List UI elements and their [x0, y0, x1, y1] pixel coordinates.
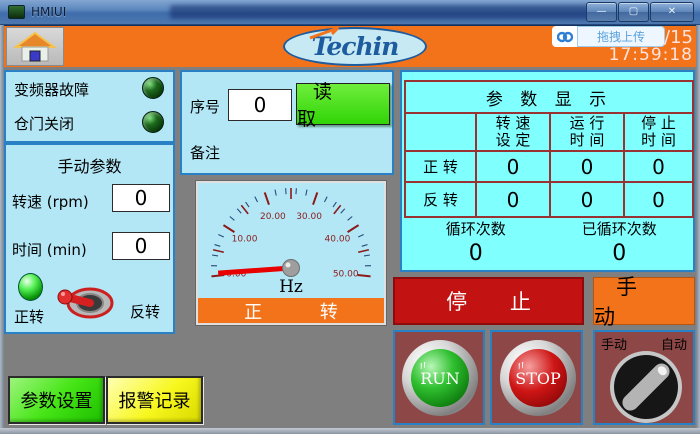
col-header-speed: 转 速设 定 [476, 113, 550, 151]
alarm-label-door: 仓门关闭 [14, 113, 74, 134]
alarm-label-inverter: 变频器故障 [14, 79, 89, 100]
reverse-runtime-value: 0 [550, 182, 624, 217]
serial-input[interactable]: 0 [228, 89, 292, 121]
forward-runtime-value: 0 [550, 151, 624, 182]
drag-upload-button[interactable]: 拖拽上传 [577, 26, 665, 47]
param-table-corner-cell [405, 113, 476, 151]
svg-text:10.00: 10.00 [232, 235, 258, 245]
manual-mode-button[interactable]: 手 动 [593, 277, 695, 325]
forward-speed-value: 0 [476, 151, 550, 182]
home-icon [14, 31, 56, 63]
brand-logo-text: Techin [312, 32, 399, 61]
col-header-runtime: 运 行时 间 [550, 113, 624, 151]
svg-text:30.00: 30.00 [296, 212, 322, 222]
door-closed-led [142, 111, 164, 133]
maximize-button[interactable]: ▢ [618, 2, 649, 22]
param-display-panel: 参 数 显 示 转 速设 定 运 行时 间 停 止时 间 正 转 0 0 0 反… [400, 70, 695, 272]
mode-knob-panel: 手动 自动 [593, 330, 695, 425]
forward-stoptime-value: 0 [624, 151, 693, 182]
hmi-window: HMIUI — ▢ ✕ Techin 拖拽上传 /15 17:59:18 [0, 0, 700, 434]
speed-label: 转速 (rpm) [12, 191, 89, 212]
reverse-stoptime-value: 0 [624, 182, 693, 217]
alarm-panel: 变频器故障 仓门关闭 [4, 70, 175, 143]
logo-swoosh-icon [308, 26, 342, 40]
alarm-records-button[interactable]: 报警记录 [106, 376, 203, 424]
cycled-count-value: 0 [548, 241, 692, 266]
forward-label: 正转 [14, 306, 44, 327]
forward-run-led [18, 273, 43, 301]
manual-panel: 手动参数 转速 (rpm) 0 时间 (min) 0 正转 反转 [4, 143, 175, 334]
read-button[interactable]: 读 取 [296, 83, 390, 125]
run-button-panel: 〃 RUN [393, 330, 485, 425]
minimize-button[interactable]: — [586, 2, 617, 22]
reverse-label: 反转 [130, 301, 160, 322]
row-label-forward: 正 转 [405, 151, 476, 182]
redacted-title-text [170, 5, 590, 19]
cloud-upload-icon[interactable] [552, 26, 577, 47]
stop-bar-button[interactable]: 停 止 [393, 277, 584, 325]
serial-label: 序号 [190, 96, 220, 117]
window-frame-bottom [0, 428, 700, 434]
reverse-speed-value: 0 [476, 182, 550, 217]
row-label-reverse: 反 转 [405, 182, 476, 217]
cycle-count-label: 循环次数 [404, 218, 548, 239]
app-icon [8, 5, 25, 19]
clock: 17:59:18 [565, 45, 693, 65]
speed-input[interactable]: 0 [112, 184, 170, 212]
time-label: 时间 (min) [12, 239, 87, 260]
remark-label: 备注 [190, 142, 220, 163]
window-title: HMIUI [31, 5, 66, 19]
col-header-stoptime: 停 止时 间 [624, 113, 693, 151]
param-table-title: 参 数 显 示 [405, 81, 693, 113]
param-table: 参 数 显 示 转 速设 定 运 行时 间 停 止时 间 正 转 0 0 0 反… [404, 80, 694, 218]
cycle-counts: 循环次数 0 已循环次数 0 [404, 218, 691, 266]
time-input[interactable]: 0 [112, 232, 170, 260]
stop-button[interactable]: 〃 STOP [500, 340, 576, 416]
brand-logo: Techin [283, 27, 427, 66]
svg-text:40.00: 40.00 [325, 235, 351, 245]
param-settings-button[interactable]: 参数设置 [8, 376, 105, 424]
close-button[interactable]: ✕ [650, 2, 694, 22]
inverter-fault-led [142, 77, 164, 99]
manual-panel-title: 手动参数 [6, 153, 173, 177]
cycled-count-label: 已循环次数 [548, 218, 692, 239]
window-frame-right [696, 25, 700, 434]
home-button[interactable] [6, 27, 64, 66]
read-panel: 序号 0 读 取 备注 [180, 70, 394, 175]
direction-banner: 正 转 [198, 298, 384, 323]
cycle-count-value: 0 [404, 241, 548, 266]
mode-selector-knob[interactable] [609, 350, 683, 428]
run-button[interactable]: 〃 RUN [402, 340, 478, 416]
svg-text:20.00: 20.00 [260, 212, 286, 222]
gauge-unit-label: Hz [198, 277, 384, 297]
gauge-panel: 0.0010.0020.0030.0040.0050.00 Hz 正 转 [196, 181, 386, 325]
direction-toggle-switch[interactable] [56, 281, 116, 325]
stop-button-panel: 〃 STOP [490, 330, 583, 425]
window-controls: — ▢ ✕ [586, 2, 694, 22]
